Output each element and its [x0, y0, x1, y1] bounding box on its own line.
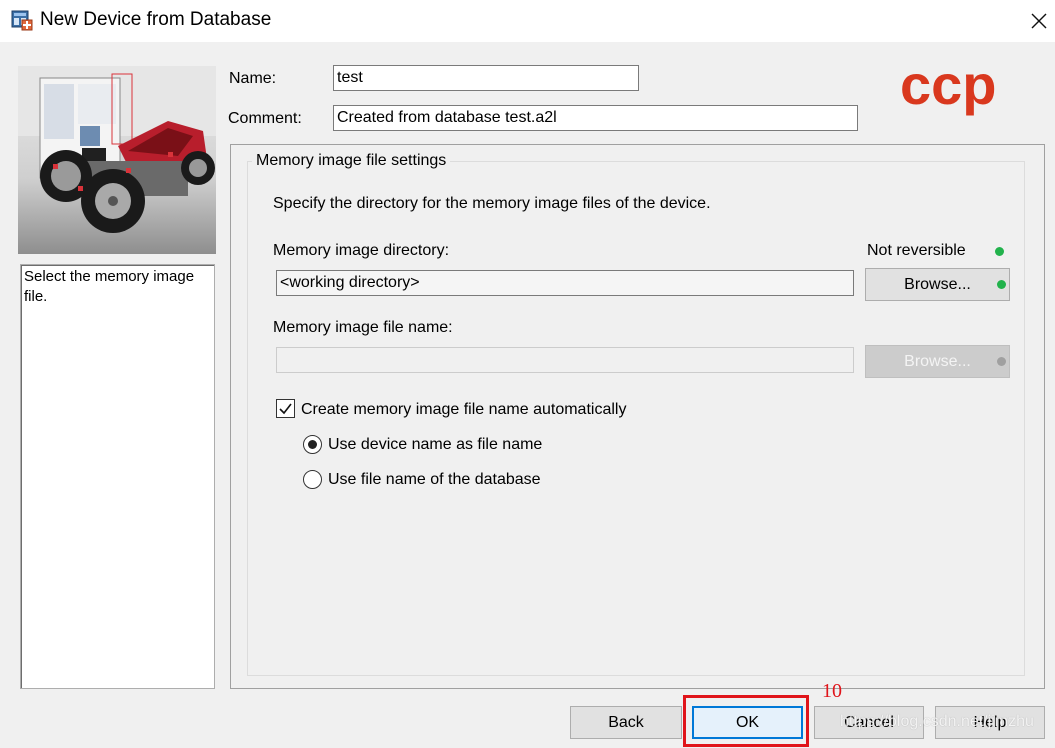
browse-directory-button[interactable]: Browse...	[865, 268, 1010, 301]
back-button-label: Back	[608, 713, 644, 731]
step-annotation: 10	[822, 680, 842, 702]
group-title: Memory image file settings	[252, 152, 451, 170]
browse-file-label: Browse...	[904, 352, 971, 370]
car-illustration	[18, 66, 216, 254]
ccp-logo: ccp	[900, 58, 997, 116]
watermark: https://blog.csdn.net/jimzhu	[840, 713, 1034, 730]
radio-device-name[interactable]	[303, 435, 322, 454]
radio-selected-dot	[308, 440, 317, 449]
directory-input[interactable]: <working directory>	[276, 270, 854, 296]
logo-text: ccp	[900, 58, 997, 116]
status-ok-icon	[995, 247, 1004, 256]
close-icon[interactable]	[1026, 8, 1052, 34]
instruction-text: Specify the directory for the memory ima…	[273, 195, 711, 212]
title-bar: New Device from Database	[0, 0, 1055, 42]
radio-device-name-label[interactable]: Use device name as file name	[328, 436, 542, 454]
radio-database-name-label[interactable]: Use file name of the database	[328, 471, 541, 489]
name-label: Name:	[229, 70, 277, 87]
comment-input[interactable]: Created from database test.a2l	[333, 105, 858, 131]
not-reversible-label: Not reversible	[867, 242, 966, 259]
window-title: New Device from Database	[40, 9, 272, 30]
help-text: Select the memory image file.	[24, 268, 195, 305]
ok-highlight-box	[683, 695, 809, 747]
back-button[interactable]: Back	[570, 706, 682, 739]
browse-directory-label: Browse...	[904, 275, 971, 293]
auto-name-checkbox-label[interactable]: Create memory image file name automatica…	[301, 401, 626, 419]
name-input[interactable]: test	[333, 65, 639, 91]
file-name-label: Memory image file name:	[273, 319, 453, 336]
radio-database-name[interactable]	[303, 470, 322, 489]
app-icon	[11, 10, 33, 31]
auto-name-checkbox[interactable]	[276, 399, 295, 418]
comment-label: Comment:	[228, 110, 302, 127]
browse-file-button[interactable]: Browse...	[865, 345, 1010, 378]
file-name-input[interactable]	[276, 347, 854, 373]
checkmark-icon	[279, 403, 292, 415]
status-disabled-icon	[997, 357, 1006, 366]
directory-label: Memory image directory:	[273, 242, 450, 259]
status-ok-icon	[997, 280, 1006, 289]
help-panel: Select the memory image file.	[20, 264, 215, 689]
